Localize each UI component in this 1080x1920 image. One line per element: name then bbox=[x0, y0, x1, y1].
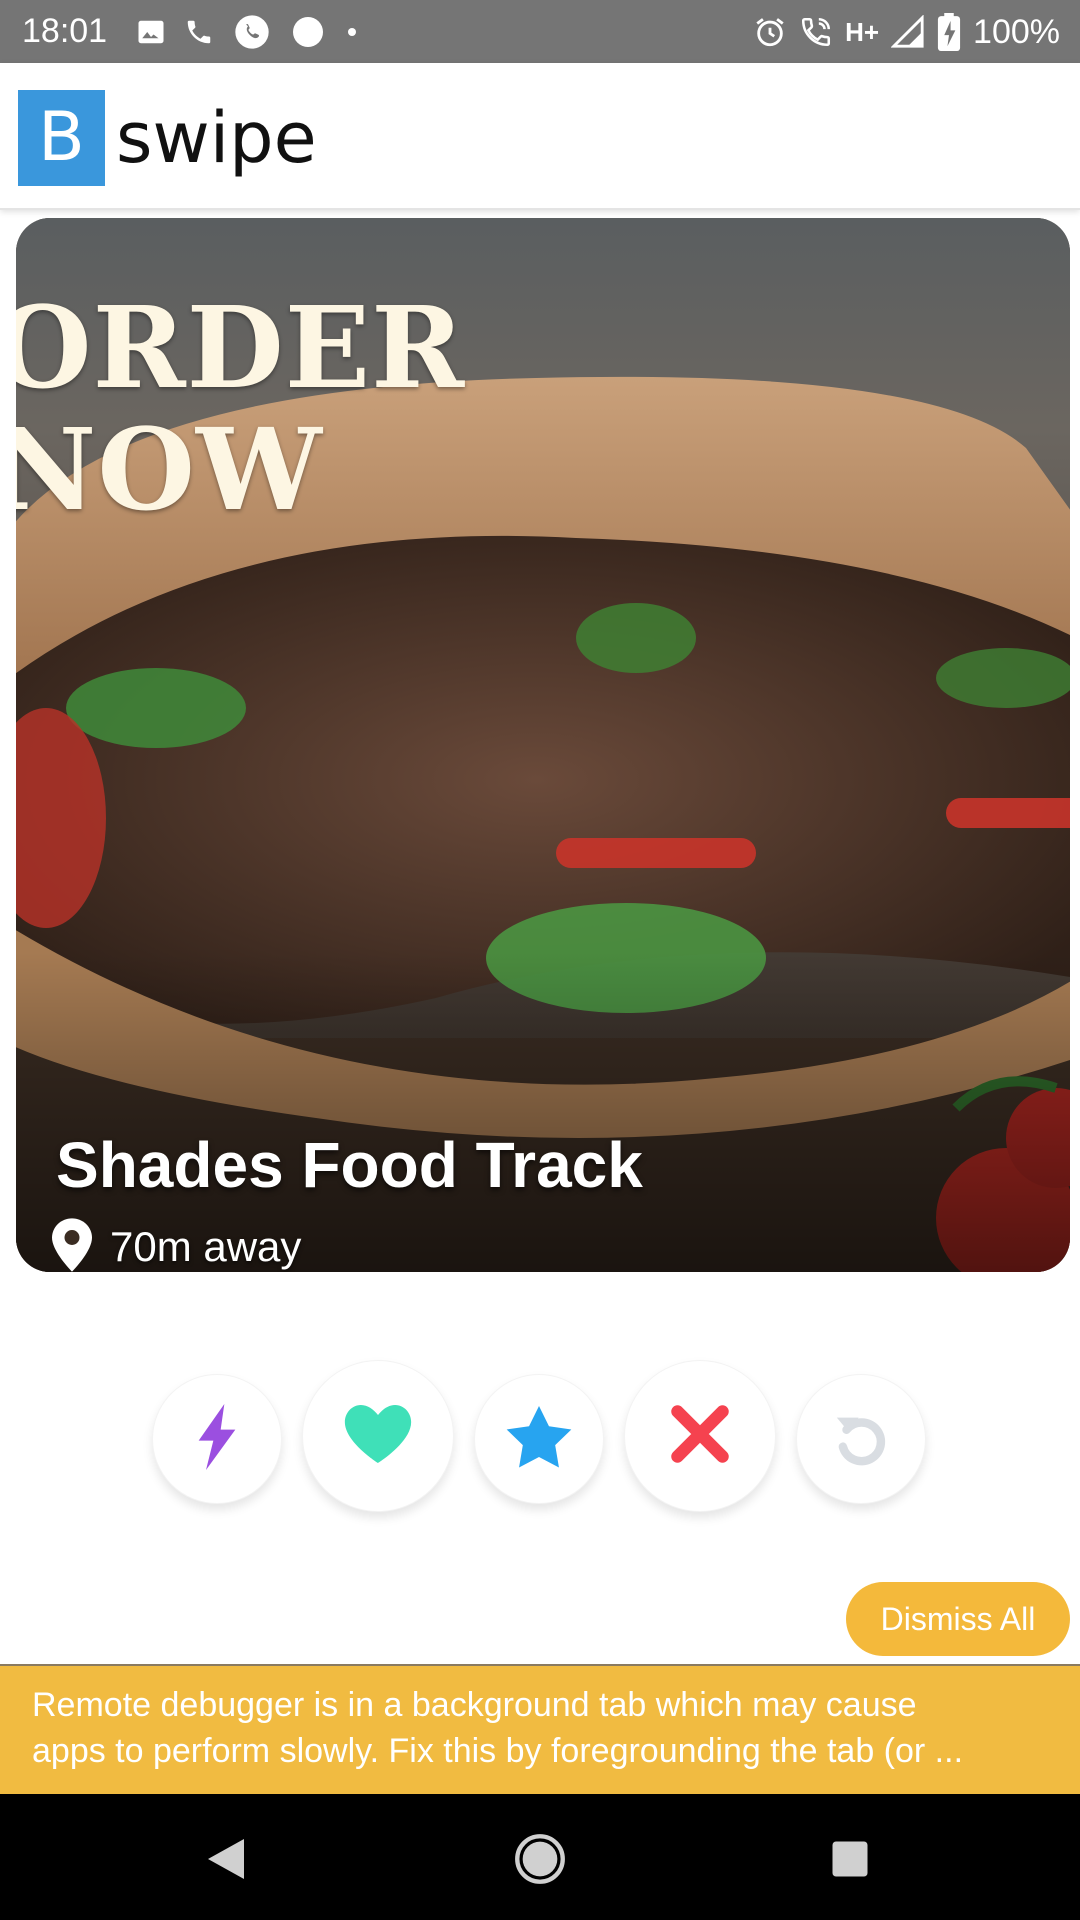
app-name: swipe bbox=[116, 97, 317, 179]
promo-line-1: ORDER bbox=[16, 283, 466, 414]
recents-icon[interactable] bbox=[820, 1829, 880, 1889]
nope-button[interactable] bbox=[624, 1360, 776, 1512]
restaurant-card[interactable]: ORDER NOW Shades Food Track 70m away bbox=[16, 218, 1070, 1272]
distance-text: 70m away bbox=[110, 1223, 302, 1270]
like-button[interactable] bbox=[302, 1360, 454, 1512]
close-icon bbox=[670, 1404, 730, 1468]
heart-icon bbox=[344, 1405, 412, 1467]
dismiss-all-button[interactable]: Dismiss All bbox=[846, 1582, 1070, 1656]
action-bar bbox=[0, 1352, 1080, 1512]
alarm-icon bbox=[753, 15, 787, 49]
signal-icon bbox=[891, 15, 925, 49]
superlike-button[interactable] bbox=[474, 1374, 604, 1504]
network-type: H+ bbox=[845, 16, 880, 47]
undo-icon bbox=[832, 1408, 890, 1470]
system-nav-bar bbox=[0, 1794, 1080, 1920]
card-location: 70m away bbox=[52, 1218, 301, 1272]
circle-icon bbox=[290, 14, 326, 50]
debugger-warning-banner[interactable]: Remote debugger is in a background tab w… bbox=[0, 1664, 1080, 1794]
lightning-icon bbox=[195, 1404, 239, 1474]
promo-line-2: NOW bbox=[16, 405, 323, 536]
status-left-icons bbox=[136, 12, 360, 52]
banner-line-2: apps to perform slowly. Fix this by fore… bbox=[32, 1732, 964, 1770]
battery-charging-icon bbox=[937, 13, 961, 51]
battery-percent: 100% bbox=[973, 12, 1060, 51]
wifi-call-icon bbox=[799, 15, 833, 49]
status-right-icons: H+ 100% bbox=[753, 12, 1060, 52]
rewind-button[interactable] bbox=[796, 1374, 926, 1504]
whatsapp-icon bbox=[232, 12, 272, 52]
image-icon bbox=[136, 17, 166, 47]
dot-icon bbox=[344, 24, 360, 40]
status-time: 18:01 bbox=[22, 12, 108, 50]
phone-icon bbox=[184, 17, 214, 47]
location-pin-icon bbox=[52, 1218, 92, 1272]
banner-line-1: Remote debugger is in a background tab w… bbox=[32, 1686, 917, 1724]
app-header: B swipe bbox=[0, 63, 1080, 210]
boost-button[interactable] bbox=[152, 1374, 282, 1504]
home-icon[interactable] bbox=[510, 1829, 570, 1889]
card-title: Shades Food Track bbox=[56, 1129, 643, 1201]
back-icon[interactable] bbox=[196, 1829, 256, 1889]
app-logo: B bbox=[18, 90, 105, 186]
status-bar: 18:01 H+ 100% bbox=[0, 0, 1080, 63]
promo-text: ORDER NOW bbox=[16, 288, 465, 532]
star-icon bbox=[506, 1406, 572, 1472]
